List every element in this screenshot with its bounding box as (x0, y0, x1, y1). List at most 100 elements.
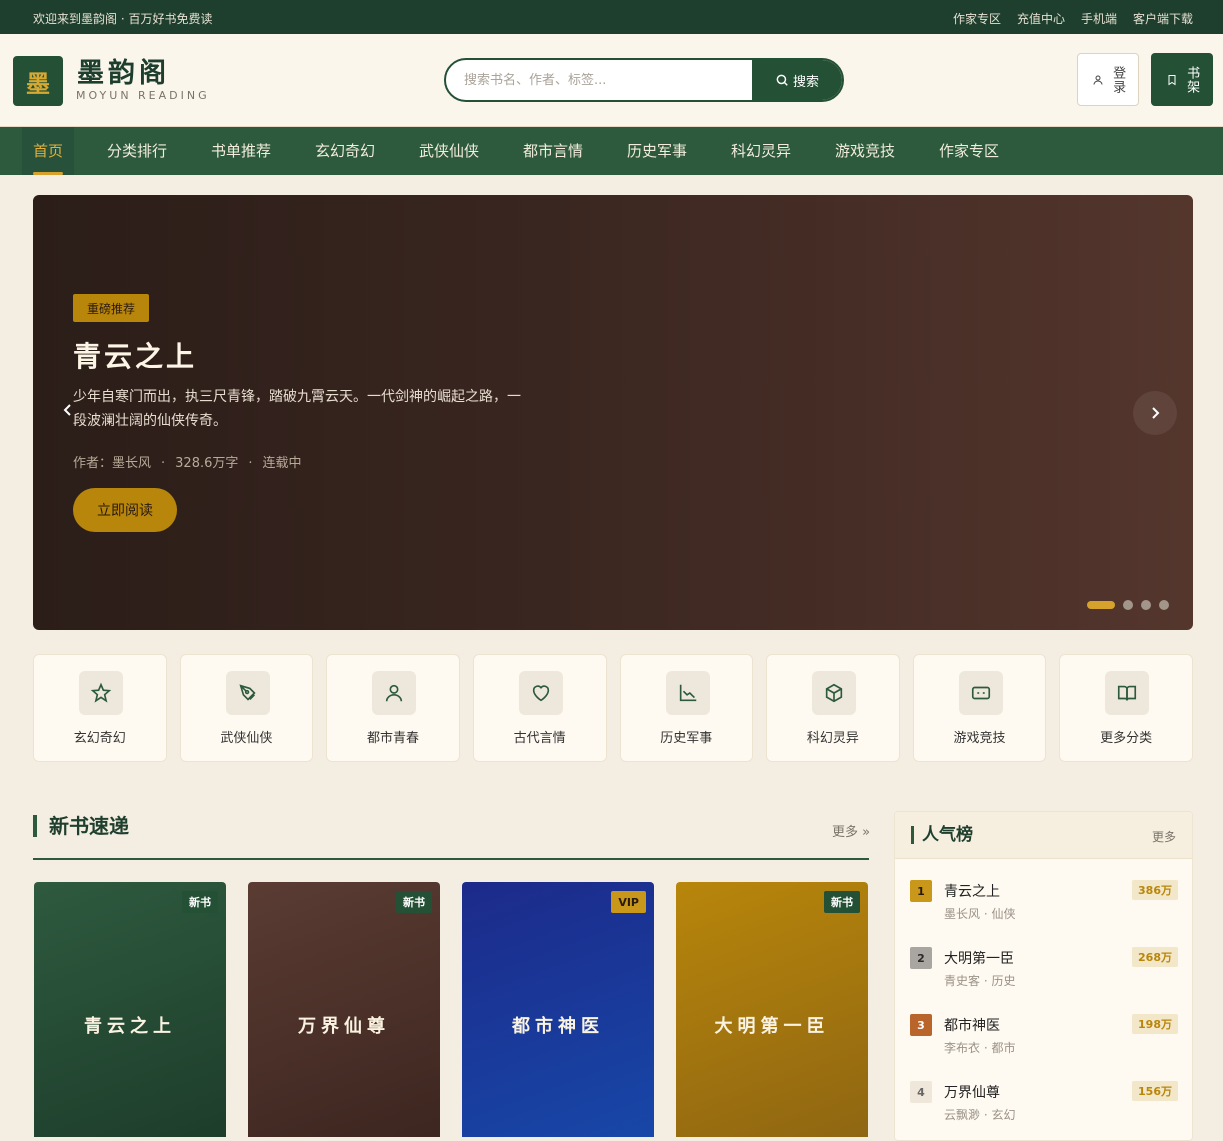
category-label: 科幻灵异 (806, 731, 859, 746)
rank-number: 4 (910, 1081, 932, 1103)
category-card[interactable]: 武侠仙侠 (179, 654, 314, 762)
top-link-recharge[interactable]: 充值中心 (1017, 10, 1065, 27)
hero-banner: 重磅推荐 青云之上 少年自寒门而出，执三尺青锋，踏破九霄云天。一代剑神的崛起之路… (33, 195, 1193, 630)
nav-item-scifi[interactable]: 科幻灵异 (731, 127, 791, 175)
ranking-item[interactable]: 1 青云之上 墨长风 · 仙侠 386万 (910, 879, 1178, 939)
rank-book-meta: 青史客 · 历史 (944, 974, 1016, 988)
ranking-title: 人气榜 (911, 826, 973, 844)
book-badge: 新书 (824, 891, 860, 913)
search-icon (776, 74, 788, 86)
nav-item-home[interactable]: 首页 (22, 127, 75, 175)
rank-book-name: 青云之上 (944, 884, 1000, 900)
ranking-header: 人气榜 更多 (895, 812, 1192, 859)
rank-book-name: 万界仙尊 (944, 1085, 1000, 1101)
nav-item-writer[interactable]: 作家专区 (939, 127, 999, 175)
main-nav: 首页 分类排行 书单推荐 玄幻奇幻 武侠仙侠 都市言情 历史军事 科幻灵异 游戏… (0, 127, 1223, 175)
rank-book-name: 大明第一臣 (944, 951, 1014, 967)
top-bar: 欢迎来到墨韵阁 · 百万好书免费读 作家专区 充值中心 手机端 客户端下载 (0, 0, 1223, 34)
slide-indicators (1087, 600, 1169, 610)
category-card[interactable]: 历史军事 (619, 654, 754, 762)
banner-description: 少年自寒门而出，执三尺青锋，踏破九霄云天。一代剑神的崛起之路，一段波澜壮阔的仙侠… (73, 389, 521, 429)
top-link-mobile[interactable]: 手机端 (1081, 10, 1117, 27)
book-card[interactable]: VIP 都市神医 (462, 882, 654, 1137)
slide-dot[interactable] (1141, 600, 1151, 610)
rank-number: 2 (910, 947, 932, 969)
line-chart-icon (665, 671, 710, 715)
nav-item-ranking[interactable]: 分类排行 (107, 127, 167, 175)
ranking-item[interactable]: 3 都市神医 李布衣 · 都市 198万 (910, 1013, 1178, 1073)
category-label: 古代言情 (513, 731, 566, 746)
search-input[interactable] (464, 70, 744, 90)
book-title: 大明第一臣 (714, 1016, 830, 1037)
banner-words: 328.6万字 (175, 456, 239, 471)
book-card[interactable]: 新书 青云之上 (34, 882, 226, 1137)
category-card[interactable]: 游戏竞技 (912, 654, 1047, 762)
rank-hot-count: 268万 (1132, 947, 1178, 967)
search-box: 搜索 (444, 58, 844, 102)
site-name[interactable]: 墨韵阁 (77, 51, 170, 90)
nav-item-history[interactable]: 历史军事 (627, 127, 687, 175)
logo-icon[interactable]: 墨 (13, 56, 63, 106)
rank-book-name: 都市神医 (944, 1018, 1000, 1034)
book-card[interactable]: 新书 大明第一臣 (676, 882, 868, 1137)
login-label: 登录 (1110, 65, 1126, 94)
nav-item-booklists[interactable]: 书单推荐 (211, 127, 271, 175)
category-label: 更多分类 (1100, 731, 1153, 746)
rank-book-meta: 李布衣 · 都市 (944, 1041, 1016, 1055)
category-label: 武侠仙侠 (220, 731, 273, 746)
open-book-icon (1105, 671, 1150, 715)
nav-item-urban[interactable]: 都市言情 (523, 127, 583, 175)
welcome-text: 欢迎来到墨韵阁 · 百万好书免费读 (33, 12, 213, 26)
ranking-item[interactable]: 2 大明第一臣 青史客 · 历史 268万 (910, 946, 1178, 1006)
chevron-right-icon (1152, 407, 1160, 419)
category-label: 历史军事 (660, 731, 713, 746)
rank-hot-count: 386万 (1132, 880, 1178, 900)
category-card[interactable]: 科幻灵异 (766, 654, 900, 762)
cube-icon (812, 671, 857, 715)
gamepad-icon (958, 671, 1003, 715)
rank-number: 3 (910, 1014, 932, 1036)
new-books-more-link[interactable]: 更多 » (832, 821, 870, 840)
bookshelf-label: 书架 (1184, 65, 1200, 94)
category-card[interactable]: 更多分类 (1059, 654, 1193, 762)
ranking-item[interactable]: 4 万界仙尊 云飘渺 · 玄幻 156万 (910, 1080, 1178, 1140)
bookshelf-button[interactable]: 书架 (1151, 53, 1213, 106)
pen-nib-icon (225, 671, 270, 715)
user-icon (372, 671, 417, 715)
slide-dot[interactable] (1123, 600, 1133, 610)
category-card[interactable]: 玄幻奇幻 (33, 654, 167, 762)
category-card[interactable]: 古代言情 (472, 654, 607, 762)
ranking-more-link[interactable]: 更多 (1152, 828, 1176, 845)
top-links: 作家专区 充值中心 手机端 客户端下载 (953, 10, 1193, 27)
rank-hot-count: 156万 (1132, 1081, 1178, 1101)
user-icon (1093, 75, 1103, 85)
rank-book-meta: 墨长风 · 仙侠 (944, 907, 1016, 921)
read-now-button[interactable]: 立即阅读 (73, 488, 177, 532)
book-card[interactable]: 新书 万界仙尊 (248, 882, 440, 1137)
top-link-client[interactable]: 客户端下载 (1133, 10, 1193, 27)
header: 墨 墨韵阁 MOYUN READING 搜索 登录 书架 (0, 34, 1223, 127)
nav-item-games[interactable]: 游戏竞技 (835, 127, 895, 175)
nav-item-fantasy[interactable]: 玄幻奇幻 (315, 127, 375, 175)
banner-title[interactable]: 青云之上 (73, 335, 197, 375)
category-label: 游戏竞技 (953, 731, 1006, 746)
rank-hot-count: 198万 (1132, 1014, 1178, 1034)
prev-slide-icon[interactable] (63, 402, 73, 421)
book-title: 都市神医 (512, 1016, 604, 1037)
top-link-writer[interactable]: 作家专区 (953, 10, 1001, 27)
nav-item-wuxia[interactable]: 武侠仙侠 (419, 127, 479, 175)
book-badge: VIP (611, 891, 646, 913)
category-label: 都市青春 (367, 731, 420, 746)
slide-dot[interactable] (1087, 601, 1115, 609)
category-grid: 玄幻奇幻 武侠仙侠 都市青春 古代言情 历史军事 科幻灵异 游戏竞技 更多分类 (33, 654, 1193, 762)
book-badge: 新书 (396, 891, 432, 913)
search-button[interactable]: 搜索 (752, 60, 842, 100)
heart-icon (518, 671, 563, 715)
login-button[interactable]: 登录 (1077, 53, 1139, 106)
rank-book-meta: 云飘渺 · 玄幻 (944, 1108, 1016, 1122)
site-subtitle: MOYUN READING (76, 89, 210, 102)
banner-tag: 重磅推荐 (73, 294, 149, 322)
next-slide-button[interactable] (1133, 391, 1177, 435)
slide-dot[interactable] (1159, 600, 1169, 610)
category-card[interactable]: 都市青春 (326, 654, 460, 762)
